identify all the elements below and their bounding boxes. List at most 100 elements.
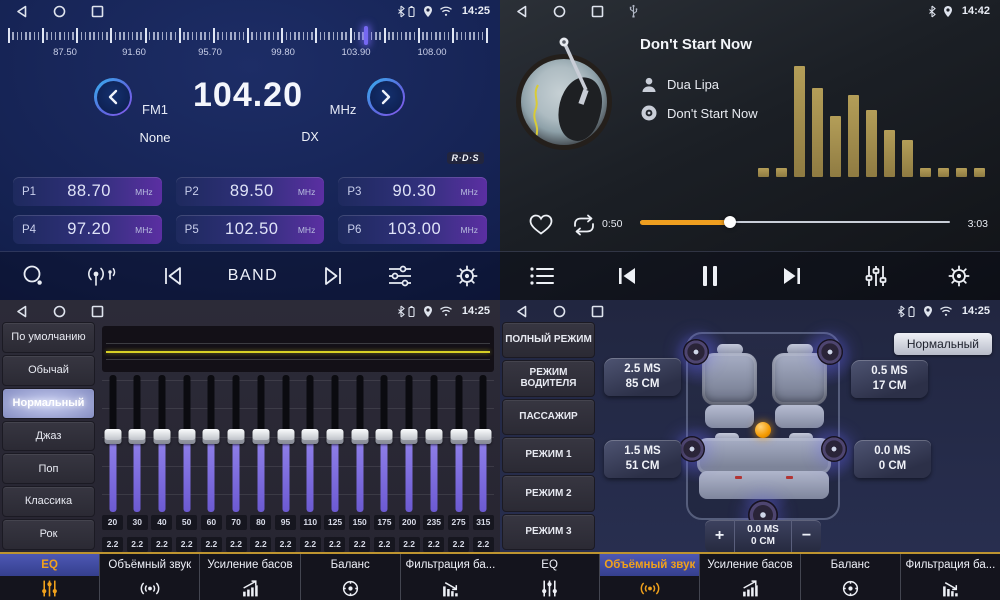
home-icon[interactable] [53, 305, 66, 318]
tab-balance[interactable]: Баланс [801, 554, 901, 600]
broadcast-icon[interactable] [86, 264, 118, 288]
delay-minus-button[interactable]: − [792, 520, 821, 552]
preset-button-p3[interactable]: P390.30MHz [338, 177, 487, 206]
slider-thumb[interactable] [376, 429, 393, 444]
tab-surround[interactable]: Объёмный звук [600, 554, 700, 600]
home-icon[interactable] [53, 5, 66, 18]
slider-thumb[interactable] [178, 429, 195, 444]
preset-button-p6[interactable]: P6103.00MHz [338, 215, 487, 244]
frequency-scale[interactable] [8, 26, 492, 46]
slider-thumb[interactable] [252, 429, 269, 444]
slider-thumb[interactable] [228, 429, 245, 444]
slider-thumb[interactable] [326, 429, 343, 444]
preset-button-p4[interactable]: P497.20MHz [13, 215, 162, 244]
eq-band-slider-8[interactable] [302, 375, 319, 512]
favorite-icon[interactable] [528, 213, 554, 236]
eq-preset-item-4[interactable]: Поп [2, 453, 95, 484]
rear-right-delay-button[interactable]: 0.0 MS 0 CM [854, 440, 931, 478]
tune-up-button[interactable] [367, 78, 405, 116]
back-icon[interactable] [15, 5, 28, 18]
slider-thumb[interactable] [351, 429, 368, 444]
listening-mode-item-0[interactable]: ПОЛНЫЙ РЕЖИМ [502, 322, 595, 358]
slider-thumb[interactable] [401, 429, 418, 444]
slider-thumb[interactable] [153, 429, 170, 444]
listening-mode-item-3[interactable]: РЕЖИМ 1 [502, 437, 595, 473]
tab-eq[interactable]: EQ [500, 554, 600, 600]
preset-button-p5[interactable]: P5102.50MHz [176, 215, 325, 244]
home-icon[interactable] [553, 305, 566, 318]
recents-icon[interactable] [91, 305, 104, 318]
equalizer-icon[interactable] [864, 264, 888, 288]
recents-icon[interactable] [91, 5, 104, 18]
tab-surround[interactable]: Объёмный звук [100, 554, 200, 600]
album-art[interactable] [514, 40, 632, 160]
next-icon[interactable] [779, 265, 805, 287]
pause-icon[interactable] [699, 264, 721, 288]
eq-preset-item-0[interactable]: По умолчанию [2, 322, 95, 353]
settings-icon[interactable] [947, 264, 971, 288]
eq-band-slider-14[interactable] [450, 375, 467, 512]
front-right-delay-button[interactable]: 0.5 MS 17 CM [851, 360, 928, 398]
listening-mode-item-4[interactable]: РЕЖИМ 2 [502, 475, 595, 511]
back-icon[interactable] [15, 305, 28, 318]
settings-icon[interactable] [455, 264, 479, 288]
eq-band-slider-10[interactable] [351, 375, 368, 512]
slider-thumb[interactable] [475, 429, 492, 444]
seek-bar[interactable] [640, 214, 950, 230]
listening-mode-item-1[interactable]: РЕЖИМ ВОДИТЕЛЯ [502, 360, 595, 396]
eq-preset-item-1[interactable]: Обычай [2, 355, 95, 386]
rear-left-delay-button[interactable]: 1.5 MS 51 CM [604, 440, 681, 478]
tab-filter[interactable]: Фильтрация ба... [901, 554, 1000, 600]
tab-eq[interactable]: EQ [0, 554, 100, 600]
seek-thumb[interactable] [724, 216, 736, 228]
previous-icon[interactable] [614, 265, 640, 287]
eq-band-slider-5[interactable] [228, 375, 245, 512]
slider-thumb[interactable] [203, 429, 220, 444]
playlist-icon[interactable] [529, 266, 555, 286]
eq-preset-item-6[interactable]: Рок [2, 519, 95, 550]
preset-button-p2[interactable]: P289.50MHz [176, 177, 325, 206]
eq-band-slider-9[interactable] [326, 375, 343, 512]
tab-filter[interactable]: Фильтрация ба... [401, 554, 500, 600]
tab-bass-boost[interactable]: Усиление басов [200, 554, 300, 600]
eq-band-slider-12[interactable] [401, 375, 418, 512]
recents-icon[interactable] [591, 305, 604, 318]
eq-band-slider-11[interactable] [376, 375, 393, 512]
eq-preset-item-3[interactable]: Джаз [2, 421, 95, 452]
delay-plus-button[interactable]: + [705, 520, 734, 552]
eq-band-slider-3[interactable] [178, 375, 195, 512]
back-icon[interactable] [515, 5, 528, 18]
slider-thumb[interactable] [129, 429, 146, 444]
listening-mode-item-5[interactable]: РЕЖИМ 3 [502, 514, 595, 550]
tab-bass-boost[interactable]: Усиление басов [700, 554, 800, 600]
eq-band-slider-13[interactable] [425, 375, 442, 512]
preset-button-p1[interactable]: P188.70MHz [13, 177, 162, 206]
slider-thumb[interactable] [302, 429, 319, 444]
tab-balance[interactable]: Баланс [301, 554, 401, 600]
eq-preset-item-2[interactable]: Нормальный [2, 388, 95, 419]
next-icon[interactable] [320, 265, 346, 287]
recents-icon[interactable] [591, 5, 604, 18]
listening-mode-item-2[interactable]: ПАССАЖИР [502, 399, 595, 435]
slider-thumb[interactable] [425, 429, 442, 444]
eq-band-slider-7[interactable] [277, 375, 294, 512]
eq-band-slider-15[interactable] [475, 375, 492, 512]
slider-thumb[interactable] [277, 429, 294, 444]
eq-band-slider-2[interactable] [153, 375, 170, 512]
slider-thumb[interactable] [450, 429, 467, 444]
repeat-icon[interactable] [570, 214, 598, 236]
back-icon[interactable] [515, 305, 528, 318]
eq-preset-item-5[interactable]: Классика [2, 486, 95, 517]
previous-icon[interactable] [160, 265, 186, 287]
listening-position-marker[interactable] [755, 422, 771, 438]
home-icon[interactable] [553, 5, 566, 18]
band-button[interactable]: BAND [228, 267, 278, 285]
eq-band-slider-1[interactable] [129, 375, 146, 512]
eq-band-slider-6[interactable] [252, 375, 269, 512]
slider-thumb[interactable] [104, 429, 121, 444]
eq-band-slider-4[interactable] [203, 375, 220, 512]
mixer-icon[interactable] [387, 265, 413, 287]
sound-profile-button[interactable]: Нормальный [894, 333, 992, 355]
eq-band-slider-0[interactable] [104, 375, 121, 512]
front-left-delay-button[interactable]: 2.5 MS 85 CM [604, 358, 681, 396]
